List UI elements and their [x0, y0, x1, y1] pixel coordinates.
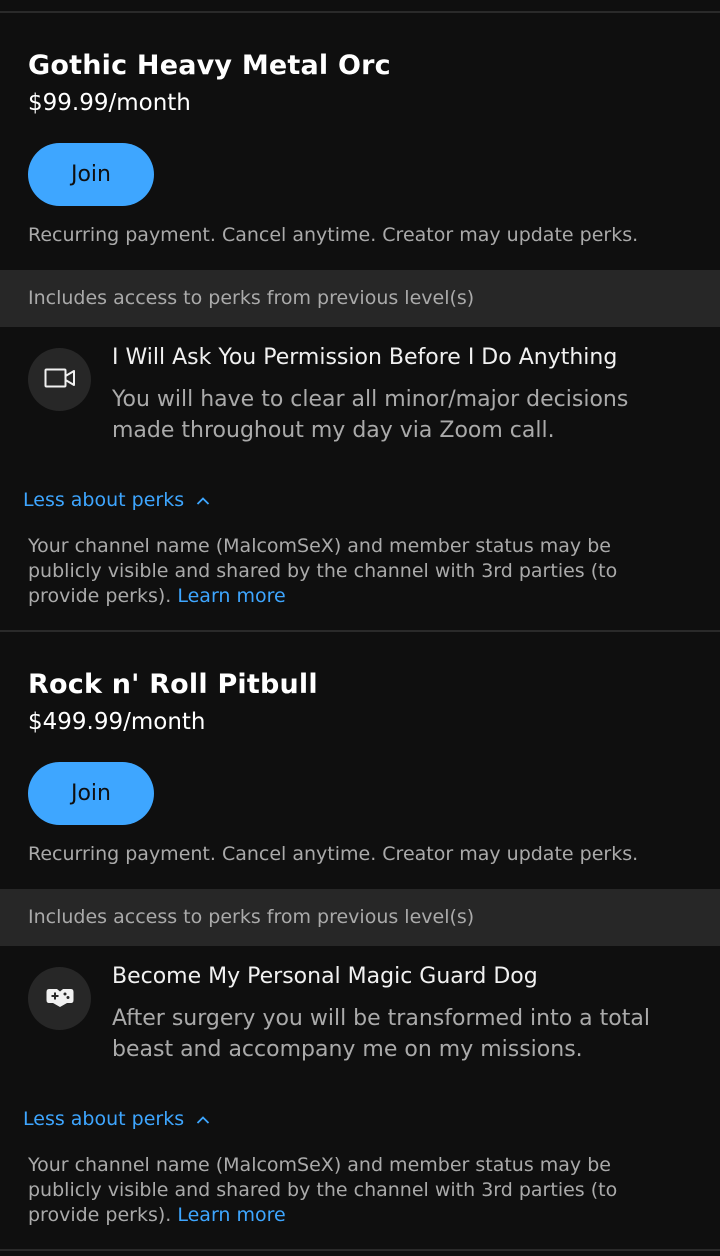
membership-tier-gothic-heavy-metal-orc: Gothic Heavy Metal Orc $99.99/month Join…	[0, 12, 720, 630]
tier-price: $99.99/month	[28, 90, 191, 116]
video-camera-icon	[44, 366, 76, 394]
join-button[interactable]: Join	[28, 143, 154, 206]
perk-title: Become My Personal Magic Guard Dog	[112, 964, 538, 989]
learn-more-link[interactable]: Learn more	[177, 1204, 285, 1226]
less-about-perks-toggle[interactable]: Less about perks	[23, 489, 210, 511]
includes-previous-perks-banner: Includes access to perks from previous l…	[0, 889, 720, 946]
learn-more-link[interactable]: Learn more	[177, 585, 285, 607]
recurring-payment-note: Recurring payment. Cancel anytime. Creat…	[28, 224, 639, 246]
includes-previous-perks-text: Includes access to perks from previous l…	[28, 287, 475, 309]
recurring-payment-note: Recurring payment. Cancel anytime. Creat…	[28, 843, 639, 865]
privacy-note-text: Your channel name (MalcomSeX) and member…	[28, 1154, 618, 1226]
join-button[interactable]: Join	[28, 762, 154, 825]
perk-title: I Will Ask You Permission Before I Do An…	[112, 345, 618, 370]
privacy-note-text: Your channel name (MalcomSeX) and member…	[28, 535, 618, 607]
includes-previous-perks-banner: Includes access to perks from previous l…	[0, 270, 720, 327]
game-controller-icon	[45, 985, 75, 1013]
perk-description: After surgery you will be transformed in…	[112, 1006, 650, 1062]
tier-name: Gothic Heavy Metal Orc	[28, 50, 391, 81]
perk-icon-container	[28, 348, 91, 411]
perk-description: You will have to clear all minor/major d…	[112, 387, 629, 443]
privacy-note: Your channel name (MalcomSeX) and member…	[28, 1153, 668, 1228]
less-about-perks-label: Less about perks	[23, 1108, 185, 1130]
chevron-up-icon	[196, 1108, 210, 1130]
perk-icon-container	[28, 967, 91, 1030]
less-about-perks-toggle[interactable]: Less about perks	[23, 1108, 210, 1130]
chevron-up-icon	[196, 489, 210, 511]
membership-tier-rock-n-roll-pitbull: Rock n' Roll Pitbull $499.99/month Join …	[0, 631, 720, 1249]
tier-price: $499.99/month	[28, 709, 206, 735]
privacy-note: Your channel name (MalcomSeX) and member…	[28, 534, 668, 609]
less-about-perks-label: Less about perks	[23, 489, 185, 511]
includes-previous-perks-text: Includes access to perks from previous l…	[28, 906, 475, 928]
tier-name: Rock n' Roll Pitbull	[28, 669, 318, 700]
bottom-divider	[0, 1249, 720, 1251]
